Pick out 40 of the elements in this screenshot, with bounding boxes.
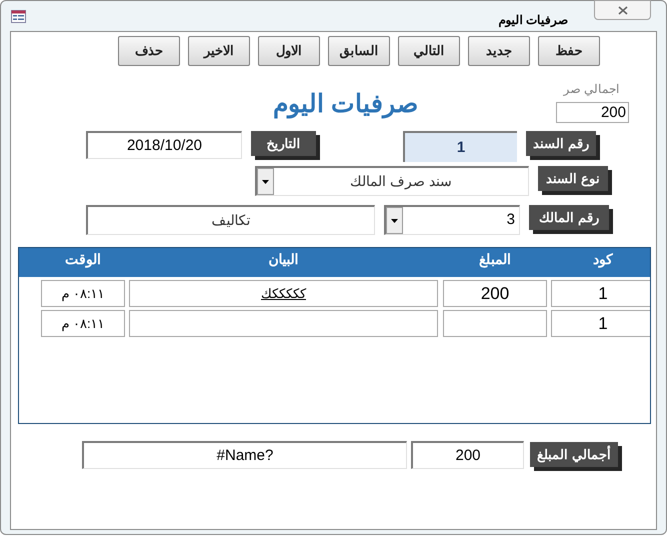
dropdown-arrow-icon <box>262 180 269 184</box>
toolbar-button[interactable]: السابق <box>328 36 390 66</box>
table-cell[interactable]: ٠٨:١١ م <box>41 310 125 337</box>
formula-field[interactable]: #Name? <box>82 441 407 469</box>
date-field[interactable]: 2018/10/20 <box>86 131 242 159</box>
close-button[interactable] <box>594 0 651 20</box>
owner-name-field[interactable]: تكاليف <box>86 205 375 235</box>
total-field[interactable]: 200 <box>556 102 629 123</box>
window-title: صرفيات اليوم <box>498 12 568 29</box>
field-label: أجمالي المبلغ <box>530 442 618 467</box>
column-header: المبلغ <box>478 250 512 270</box>
column-header: الوقت <box>64 250 102 270</box>
table-cell[interactable]: 1 <box>551 310 650 337</box>
toolbar-button[interactable]: حفظ <box>538 36 600 66</box>
amount-total-field[interactable]: 200 <box>411 441 524 469</box>
close-icon <box>618 6 628 14</box>
column-header: البيان <box>268 250 300 269</box>
field-label: رقم السند <box>526 131 596 156</box>
table-cell[interactable]: 200 <box>443 280 547 307</box>
table-cell[interactable]: ٠٨:١١ م <box>41 280 125 307</box>
toolbar-button[interactable]: الاخير <box>188 36 250 66</box>
voucher-type-dropdown[interactable]: سند صرف المالك <box>255 166 529 196</box>
total-label: اجمالي صر <box>564 81 619 98</box>
voucher-number-field[interactable]: 1 <box>403 131 517 162</box>
field-label: رقم المالك <box>529 205 609 230</box>
form-icon <box>11 10 26 23</box>
field-label: نوع السند <box>538 166 608 191</box>
table-cell[interactable]: كككككك <box>129 280 438 307</box>
toolbar-button[interactable]: التالي <box>398 36 460 66</box>
toolbar-button[interactable]: حذف <box>118 36 180 66</box>
form-heading: صرفيات اليوم <box>273 92 418 120</box>
table-cell[interactable] <box>129 310 438 337</box>
toolbar-button[interactable]: الاول <box>258 36 320 66</box>
toolbar-button[interactable]: جديد <box>468 36 530 66</box>
column-header: كود <box>592 250 614 270</box>
owner-number-dropdown[interactable]: 3 <box>384 205 520 235</box>
table-cell[interactable]: 1 <box>551 280 650 307</box>
table-cell[interactable] <box>443 310 547 337</box>
field-label: التاريخ <box>251 131 316 156</box>
dropdown-arrow-icon <box>391 218 398 222</box>
